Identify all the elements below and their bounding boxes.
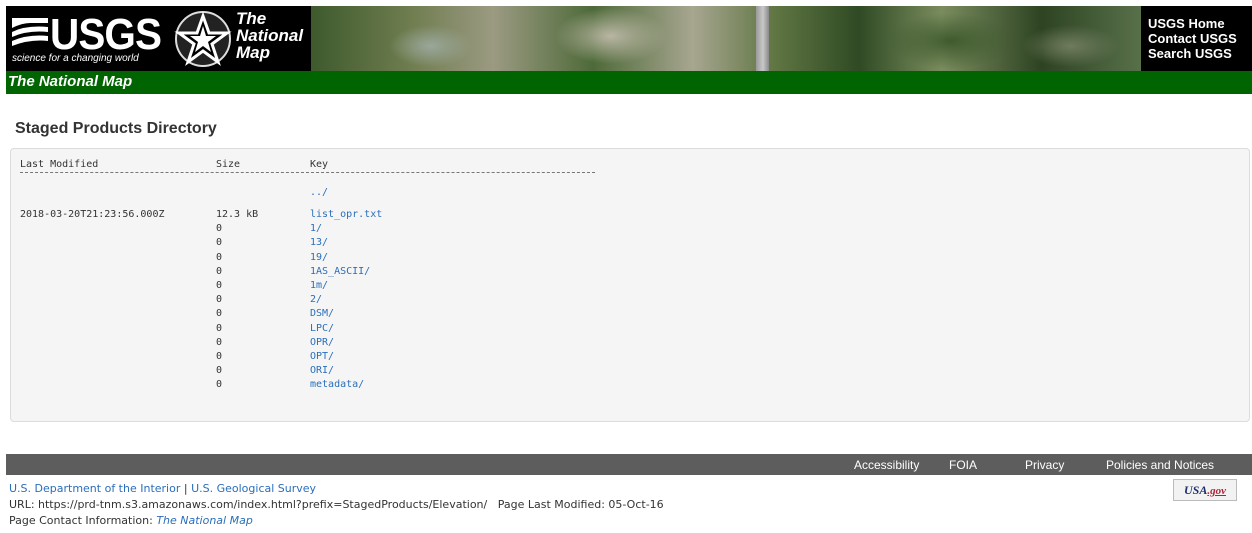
row-size: 0 [216, 322, 223, 334]
row-key-link[interactable]: OPT/ [310, 350, 334, 364]
usgs-link[interactable]: U.S. Geological Survey [191, 482, 316, 495]
header-separator [20, 172, 595, 173]
row-size: 12.3 kB [216, 209, 259, 220]
footer-link-policies[interactable]: Policies and Notices [1106, 458, 1214, 472]
row-size: 0 [216, 351, 223, 362]
row-size: 0 [216, 379, 223, 391]
aerial-photo-banner [311, 6, 1141, 71]
row-key-link[interactable]: OPR/ [310, 336, 334, 350]
row-key-link[interactable]: 2/ [310, 293, 322, 307]
footer-org-links: U.S. Department of the Interior | U.S. G… [9, 481, 664, 497]
row-size: 0 [216, 237, 223, 249]
row-key-link[interactable]: ORI/ [310, 364, 334, 378]
footer-link-foia[interactable]: FOIA [949, 458, 977, 472]
doi-link[interactable]: U.S. Department of the Interior [9, 482, 180, 495]
row-size: 0 [216, 251, 223, 263]
header-links: USGS Home Contact USGS Search USGS [1148, 16, 1252, 61]
footer-divider: | [183, 482, 188, 495]
row-size: 0 [216, 336, 223, 348]
row-size: 0 [216, 308, 223, 320]
page-title: Staged Products Directory [15, 120, 217, 137]
site-header: USGS science for a changing world The Na… [6, 6, 1252, 71]
row-size: 0 [216, 280, 223, 291]
contact-usgs-link[interactable]: Contact USGS [1148, 31, 1252, 46]
usgs-logo[interactable]: USGS science for a changing world [6, 6, 171, 71]
directory-listing: Last Modified Size Key ../ 2018-03-20T21… [10, 148, 1250, 422]
row-size: 0 [216, 223, 223, 235]
row-key-link[interactable]: 1/ [310, 222, 322, 236]
usgs-wave-icon [12, 18, 48, 46]
usa-gov-badge-usa: USA [1184, 483, 1208, 497]
row-key-link[interactable]: metadata/ [310, 378, 364, 392]
usa-gov-badge[interactable]: USA.gov [1173, 479, 1237, 501]
row-key-link[interactable]: 1m/ [310, 279, 328, 293]
site-title-bar: The National Map [6, 71, 1252, 94]
parent-directory-link[interactable]: ../ [310, 186, 328, 200]
key-header: Key [310, 159, 329, 170]
row-key-link[interactable]: DSM/ [310, 307, 334, 321]
page-url: URL: https://prd-tnm.s3.amazonaws.com/in… [9, 498, 488, 511]
footer-link-privacy[interactable]: Privacy [1025, 458, 1064, 472]
row-key-link[interactable]: 13/ [310, 236, 328, 250]
search-usgs-link[interactable]: Search USGS [1148, 46, 1252, 61]
last-modified-header: Last Modified [20, 159, 99, 170]
tnm-line-1: The [236, 9, 267, 28]
national-map-logo[interactable]: The National Map [174, 6, 314, 71]
usgs-tagline: science for a changing world [12, 53, 139, 64]
tnm-line-2: National [236, 26, 304, 45]
footer-contact-line: Page Contact Information: The National M… [9, 513, 664, 529]
usgs-home-link[interactable]: USGS Home [1148, 16, 1252, 31]
row-size: 0 [216, 365, 223, 377]
row-size: 0 [216, 294, 223, 306]
footer-bar: Accessibility FOIA Privacy Policies and … [6, 454, 1252, 475]
contact-label: Page Contact Information: [9, 514, 153, 527]
row-key-link[interactable]: LPC/ [310, 322, 334, 336]
row-key-link[interactable]: list_opr.txt [310, 208, 382, 222]
page-last-modified: Page Last Modified: 05-Oct-16 [497, 498, 664, 511]
tnm-line-3: Map [236, 43, 270, 62]
site-title: The National Map [8, 73, 133, 90]
national-map-wordmark: The National Map [236, 10, 303, 61]
row-key-link[interactable]: 1AS_ASCII/ [310, 265, 370, 279]
row-last-modified: 2018-03-20T21:23:56.000Z [20, 209, 165, 220]
row-key-link[interactable]: 19/ [310, 251, 328, 265]
footer-link-accessibility[interactable]: Accessibility [854, 458, 919, 472]
size-header: Size [216, 159, 241, 170]
usa-gov-badge-gov: .gov [1207, 485, 1226, 497]
star-emblem-icon [174, 11, 232, 67]
footer-text: U.S. Department of the Interior | U.S. G… [9, 481, 664, 529]
contact-link[interactable]: The National Map [156, 514, 253, 527]
footer-url-line: URL: https://prd-tnm.s3.amazonaws.com/in… [9, 497, 664, 513]
row-size: 0 [216, 265, 223, 277]
